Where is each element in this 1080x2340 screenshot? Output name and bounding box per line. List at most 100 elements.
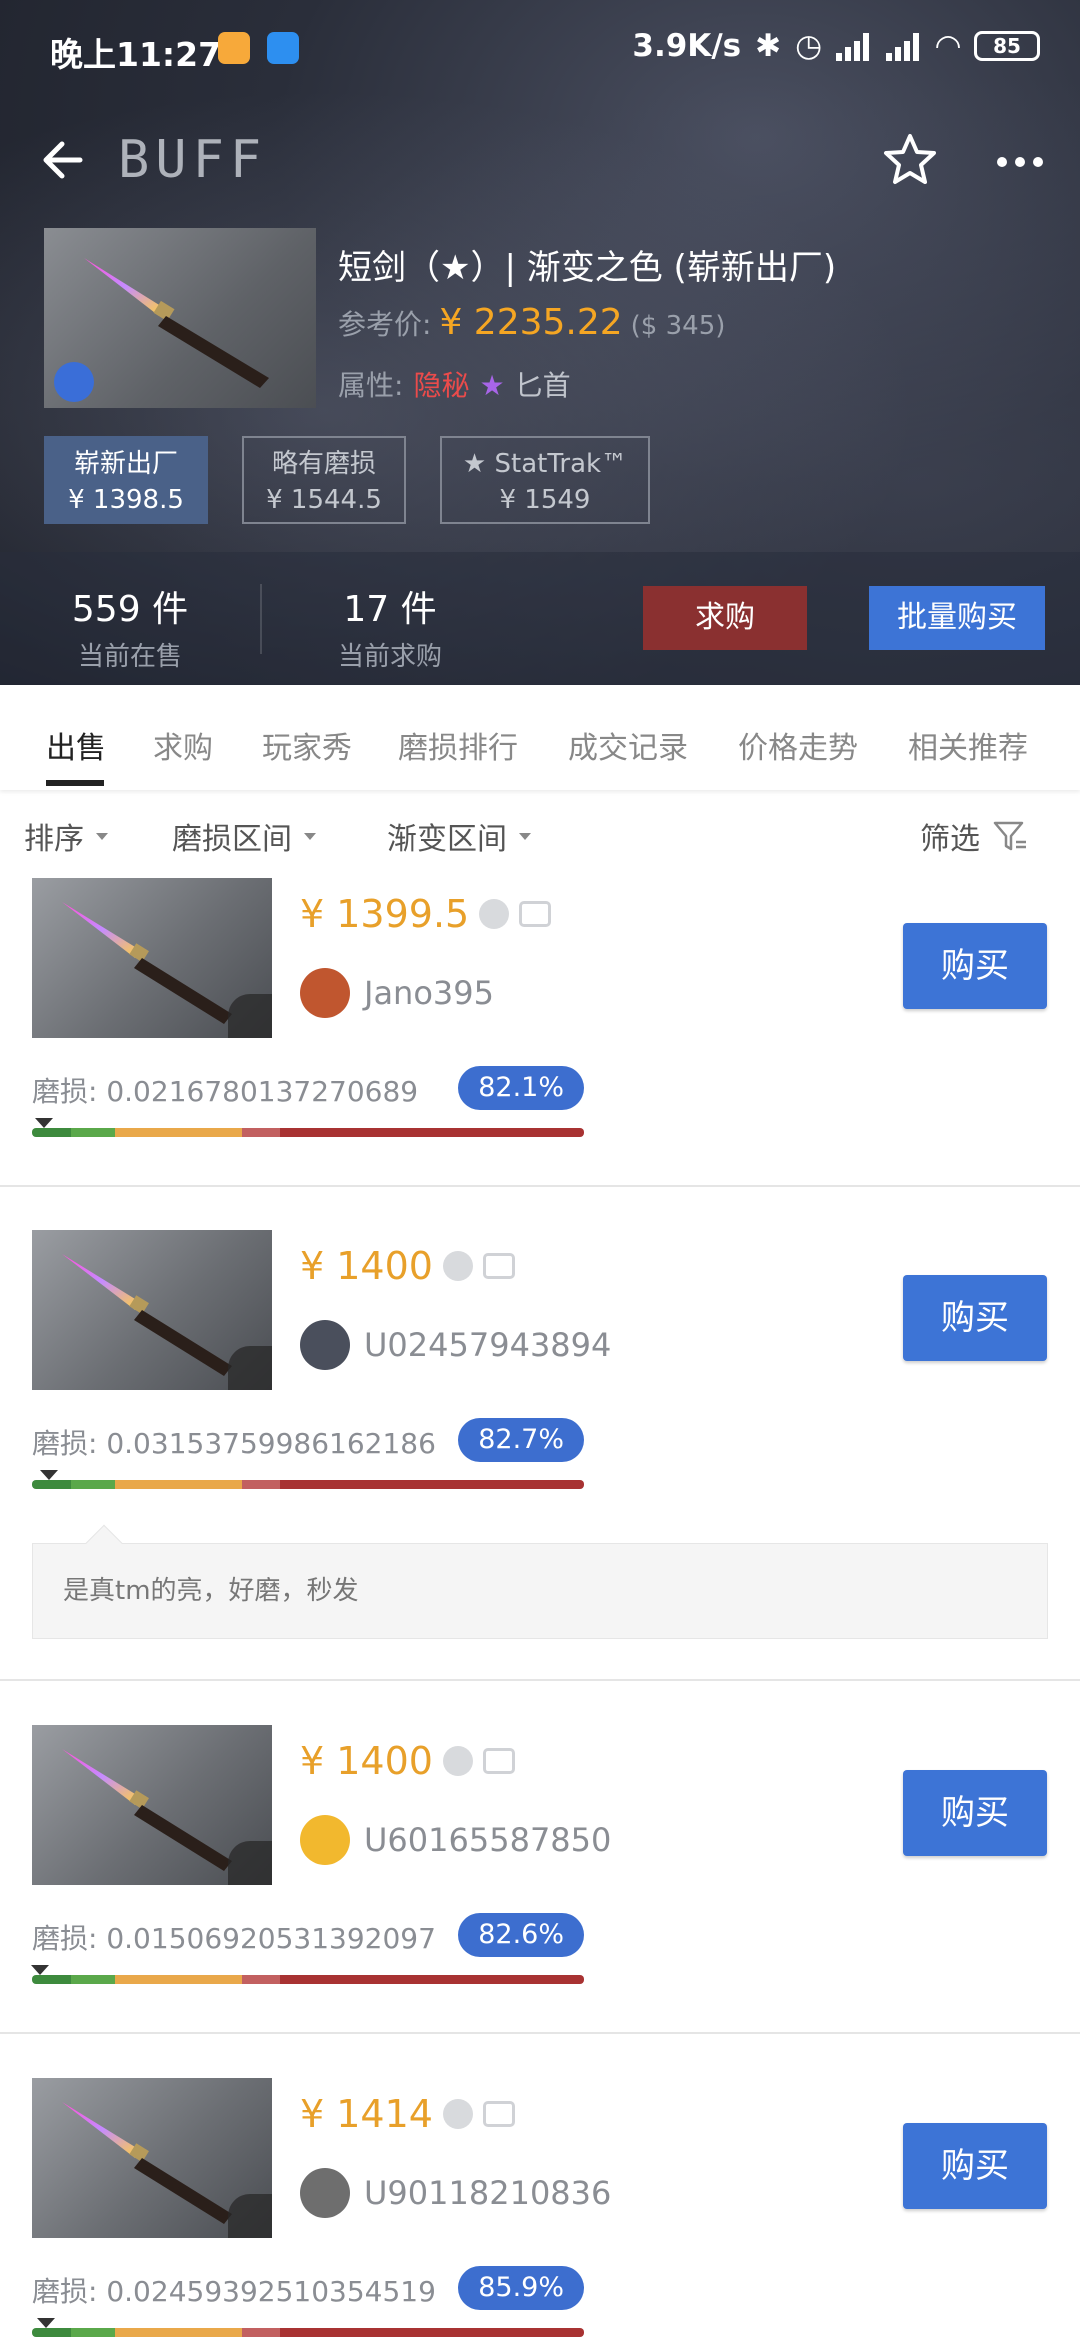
screenshot-camera-icon[interactable] xyxy=(482,1253,515,1279)
wear-bar-segment xyxy=(280,2328,584,2337)
fade-range-label: 渐变区间 xyxy=(387,822,507,857)
wear-label: 磨损: xyxy=(32,2275,98,2308)
wear-tab-name: ★ StatTrak™ xyxy=(462,449,628,479)
owner-inspect-icon xyxy=(228,2194,272,2238)
listing-divider xyxy=(0,1679,1080,1681)
listing-item-image[interactable] xyxy=(32,2078,272,2238)
wear-bar-segment xyxy=(70,1480,115,1489)
seller-avatar[interactable] xyxy=(300,968,350,1018)
status-indicators: 3.9K/s ✱ ◷ ◠ 85 xyxy=(632,28,1040,64)
filter-funnel-icon xyxy=(993,821,1026,851)
buy-order-button[interactable]: 求购 xyxy=(643,586,807,650)
filter-label: 筛选 xyxy=(920,822,980,857)
sort-dropdown[interactable]: 排序 xyxy=(24,814,108,858)
seller-info[interactable]: U02457943894 xyxy=(300,1320,611,1370)
wear-bar-segment xyxy=(114,1128,242,1137)
wear-bar xyxy=(32,1480,584,1489)
seller-avatar[interactable] xyxy=(300,1815,350,1865)
fade-range-dropdown[interactable]: 渐变区间 xyxy=(387,814,531,858)
telegram-notification-icon xyxy=(267,32,299,64)
seller-info[interactable]: Jano395 xyxy=(300,968,494,1018)
seller-info[interactable]: U90118210836 xyxy=(300,2168,611,2218)
tab-buy-orders[interactable]: 求购 xyxy=(153,723,213,767)
seller-info[interactable]: U60165587850 xyxy=(300,1815,611,1865)
owner-inspect-icon xyxy=(228,1346,272,1390)
wear-label: 磨损: xyxy=(32,1427,98,1460)
wear-bar xyxy=(32,1975,584,1984)
signal-icon-2 xyxy=(886,31,922,61)
seller-note: 是真tm的亮，好磨，秒发 xyxy=(32,1524,1048,1639)
screenshot-camera-icon[interactable] xyxy=(519,901,552,927)
chevron-down-icon xyxy=(519,832,531,840)
wear-value: 0.01506920531392097 xyxy=(106,1922,436,1955)
listing-item-image[interactable] xyxy=(32,1725,272,1885)
listing-price-value: ¥ 1400 xyxy=(300,1244,433,1288)
status-time: 晚上11:27 xyxy=(50,35,222,74)
wear-bar-segment xyxy=(32,1480,71,1489)
on-sale-stat[interactable]: 559 件 当前在售 xyxy=(50,580,210,673)
buy-button[interactable]: 购买 xyxy=(903,1770,1047,1856)
fade-percentage-badge: 82.1% xyxy=(458,1066,584,1110)
attribute-row: 属性: 隐秘 ★ 匕首 xyxy=(338,364,571,404)
wear-info: 磨损: 0.0216780137270689 82.1% xyxy=(32,1066,584,1110)
listing-price-value: ¥ 1414 xyxy=(300,2092,433,2136)
attr-label: 属性: xyxy=(338,369,404,402)
screenshot-camera-icon[interactable] xyxy=(482,1748,515,1774)
wear-tab-factory-new[interactable]: 崭新出厂 ¥ 1398.5 xyxy=(44,436,208,524)
wear-label: 磨损: xyxy=(32,1075,98,1108)
buying-label: 当前求购 xyxy=(337,642,442,672)
status-bar: 晚上11:27 3.9K/s ✱ ◷ ◠ 85 xyxy=(0,0,1080,95)
stat-divider xyxy=(260,584,262,654)
wear-tab-price: ¥ 1549 xyxy=(499,485,591,515)
buying-count: 17 件 xyxy=(343,589,437,630)
top-navbar: BUFF xyxy=(0,120,1080,200)
more-options-icon[interactable] xyxy=(990,130,1050,190)
listing-item-image[interactable] xyxy=(32,1230,272,1390)
tab-sell[interactable]: 出售 xyxy=(46,723,106,767)
item-header: 晚上11:27 3.9K/s ✱ ◷ ◠ 85 BUFF 短剑（★）| 渐变之色… xyxy=(0,0,1080,685)
listing-price-value: ¥ 1399.5 xyxy=(300,892,470,936)
buy-button[interactable]: 购买 xyxy=(903,923,1047,1009)
buy-button[interactable]: 购买 xyxy=(903,2123,1047,2209)
wear-bar-segment xyxy=(280,1480,584,1489)
wear-tab-minimal-wear[interactable]: 略有磨损 ¥ 1544.5 xyxy=(242,436,406,524)
filter-button[interactable]: 筛选 xyxy=(920,814,1028,858)
tab-wear-ranking[interactable]: 磨损排行 xyxy=(398,723,518,767)
inspect-3d-icon[interactable] xyxy=(54,362,94,402)
wear-range-label: 磨损区间 xyxy=(172,822,292,857)
alipay-icon xyxy=(442,1746,473,1776)
buy-button[interactable]: 购买 xyxy=(903,1275,1047,1361)
wear-bar-segment xyxy=(241,1480,281,1489)
tab-trade-history[interactable]: 成交记录 xyxy=(568,723,688,767)
fade-percentage-badge: 82.6% xyxy=(458,1913,584,1957)
item-title: 短剑（★）| 渐变之色 (崭新出厂) xyxy=(338,248,837,288)
wear-tab-price: ¥ 1544.5 xyxy=(266,485,382,515)
buying-stat[interactable]: 17 件 当前求购 xyxy=(310,580,470,673)
wear-tab-stattrak[interactable]: ★ StatTrak™ ¥ 1549 xyxy=(440,436,650,524)
seller-avatar[interactable] xyxy=(300,1320,350,1370)
bluetooth-icon: ✱ xyxy=(755,28,782,64)
listing-item-image[interactable] xyxy=(32,878,272,1038)
section-tabs: 出售 求购 玩家秀 磨损排行 成交记录 价格走势 相关推荐 xyxy=(0,685,1080,790)
fade-percentage-badge: 85.9% xyxy=(458,2266,584,2310)
tab-player-showcase[interactable]: 玩家秀 xyxy=(262,723,352,767)
wear-bar-segment xyxy=(114,2328,242,2337)
seller-name: U90118210836 xyxy=(364,2174,612,2212)
on-sale-count: 559 件 xyxy=(71,589,189,630)
seller-avatar[interactable] xyxy=(300,2168,350,2218)
back-arrow-icon[interactable] xyxy=(36,132,92,188)
wear-range-dropdown[interactable]: 磨损区间 xyxy=(172,814,316,858)
app-notification-icon xyxy=(218,32,250,64)
filter-bar: 排序 磨损区间 渐变区间 筛选 xyxy=(0,800,1080,870)
sort-label: 排序 xyxy=(24,822,84,857)
screenshot-camera-icon[interactable] xyxy=(482,2101,515,2127)
buff-logo: BUFF xyxy=(118,130,268,190)
attr-rarity: 隐秘 xyxy=(413,369,470,402)
favorite-star-icon[interactable] xyxy=(880,130,940,190)
wear-bar-segment xyxy=(70,1128,115,1137)
bulk-buy-button[interactable]: 批量购买 xyxy=(869,586,1045,650)
wear-marker xyxy=(36,2318,55,2328)
tab-price-trend[interactable]: 价格走势 xyxy=(738,723,858,767)
tab-related[interactable]: 相关推荐 xyxy=(908,723,1028,767)
wear-bar-segment xyxy=(32,1975,71,1984)
